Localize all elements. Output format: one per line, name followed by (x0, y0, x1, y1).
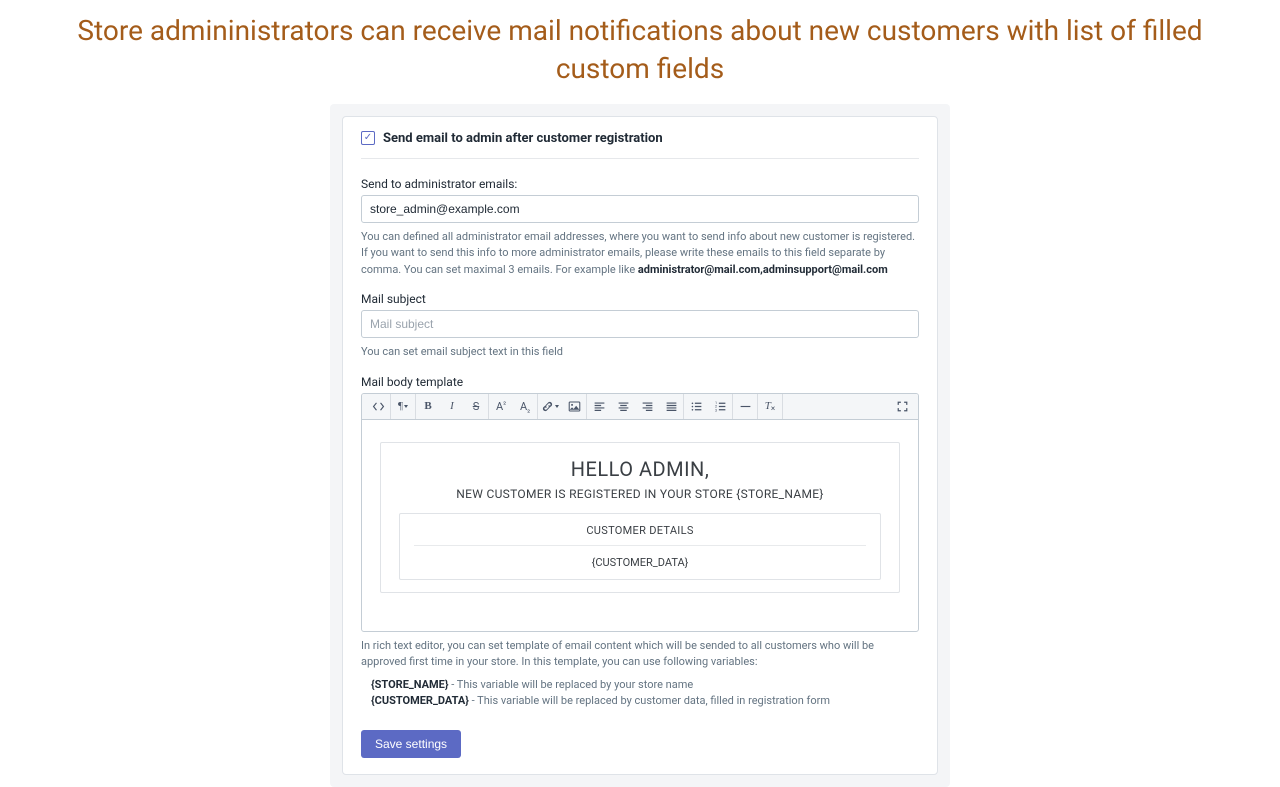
rich-text-editor: ¶ B I S A² A₂ (361, 393, 919, 632)
ordered-list-button[interactable]: 123 (708, 394, 732, 418)
paragraph-style-button[interactable]: ¶ (391, 394, 415, 418)
clear-format-button[interactable]: T× (758, 394, 782, 418)
horizontal-rule-button[interactable] (733, 394, 757, 418)
align-justify-button[interactable] (659, 394, 683, 418)
subscript-button[interactable]: A₂ (513, 394, 537, 418)
body-field-group: Mail body template ¶ B I S A² (361, 375, 919, 710)
link-button[interactable] (538, 394, 562, 418)
settings-panel: ✓ Send email to admin after customer reg… (342, 116, 938, 775)
customer-details-title: CUSTOMER DETAILS (414, 524, 866, 546)
page-title: Store admininistrators can receive mail … (0, 0, 1280, 104)
mail-subheading: NEW CUSTOMER IS REGISTERED IN YOUR STORE… (399, 487, 881, 501)
strikethrough-button[interactable]: S (464, 394, 488, 418)
variable-store-name: {STORE_NAME} - This variable will be rep… (371, 677, 919, 694)
variable-customer-data: {CUSTOMER_DATA} - This variable will be … (371, 693, 919, 710)
subject-field-group: Mail subject You can set email subject t… (361, 292, 919, 361)
panel-container: ✓ Send email to admin after customer reg… (330, 104, 950, 787)
align-left-button[interactable] (587, 394, 611, 418)
variables-list: {STORE_NAME} - This variable will be rep… (371, 677, 919, 710)
editor-toolbar: ¶ B I S A² A₂ (362, 394, 918, 420)
body-label: Mail body template (361, 375, 919, 389)
italic-button[interactable]: I (440, 394, 464, 418)
customer-details-box: CUSTOMER DETAILS {CUSTOMER_DATA} (399, 513, 881, 580)
emails-input[interactable] (361, 195, 919, 223)
send-email-checkbox[interactable]: ✓ (361, 131, 375, 145)
customer-details-content: {CUSTOMER_DATA} (414, 546, 866, 569)
subject-label: Mail subject (361, 292, 919, 306)
body-help: In rich text editor, you can set templat… (361, 638, 919, 671)
editor-content[interactable]: HELLO ADMIN, NEW CUSTOMER IS REGISTERED … (362, 420, 918, 631)
unordered-list-button[interactable] (684, 394, 708, 418)
superscript-button[interactable]: A² (489, 394, 513, 418)
image-button[interactable] (562, 394, 586, 418)
save-settings-button[interactable]: Save settings (361, 730, 461, 758)
emails-label: Send to administrator emails: (361, 177, 919, 191)
emails-help: You can defined all administrator email … (361, 229, 919, 279)
mail-preview: HELLO ADMIN, NEW CUSTOMER IS REGISTERED … (380, 442, 900, 593)
emails-field-group: Send to administrator emails: You can de… (361, 177, 919, 279)
bold-button[interactable]: B (416, 394, 440, 418)
fullscreen-button[interactable] (890, 394, 914, 418)
subject-input[interactable] (361, 310, 919, 338)
section-title: Send email to admin after customer regis… (383, 131, 663, 146)
svg-text:3: 3 (714, 407, 717, 412)
subject-help: You can set email subject text in this f… (361, 344, 919, 361)
code-view-button[interactable] (366, 394, 390, 418)
align-center-button[interactable] (611, 394, 635, 418)
section-header: ✓ Send email to admin after customer reg… (361, 131, 919, 159)
mail-greeting: HELLO ADMIN, (399, 457, 881, 481)
align-right-button[interactable] (635, 394, 659, 418)
